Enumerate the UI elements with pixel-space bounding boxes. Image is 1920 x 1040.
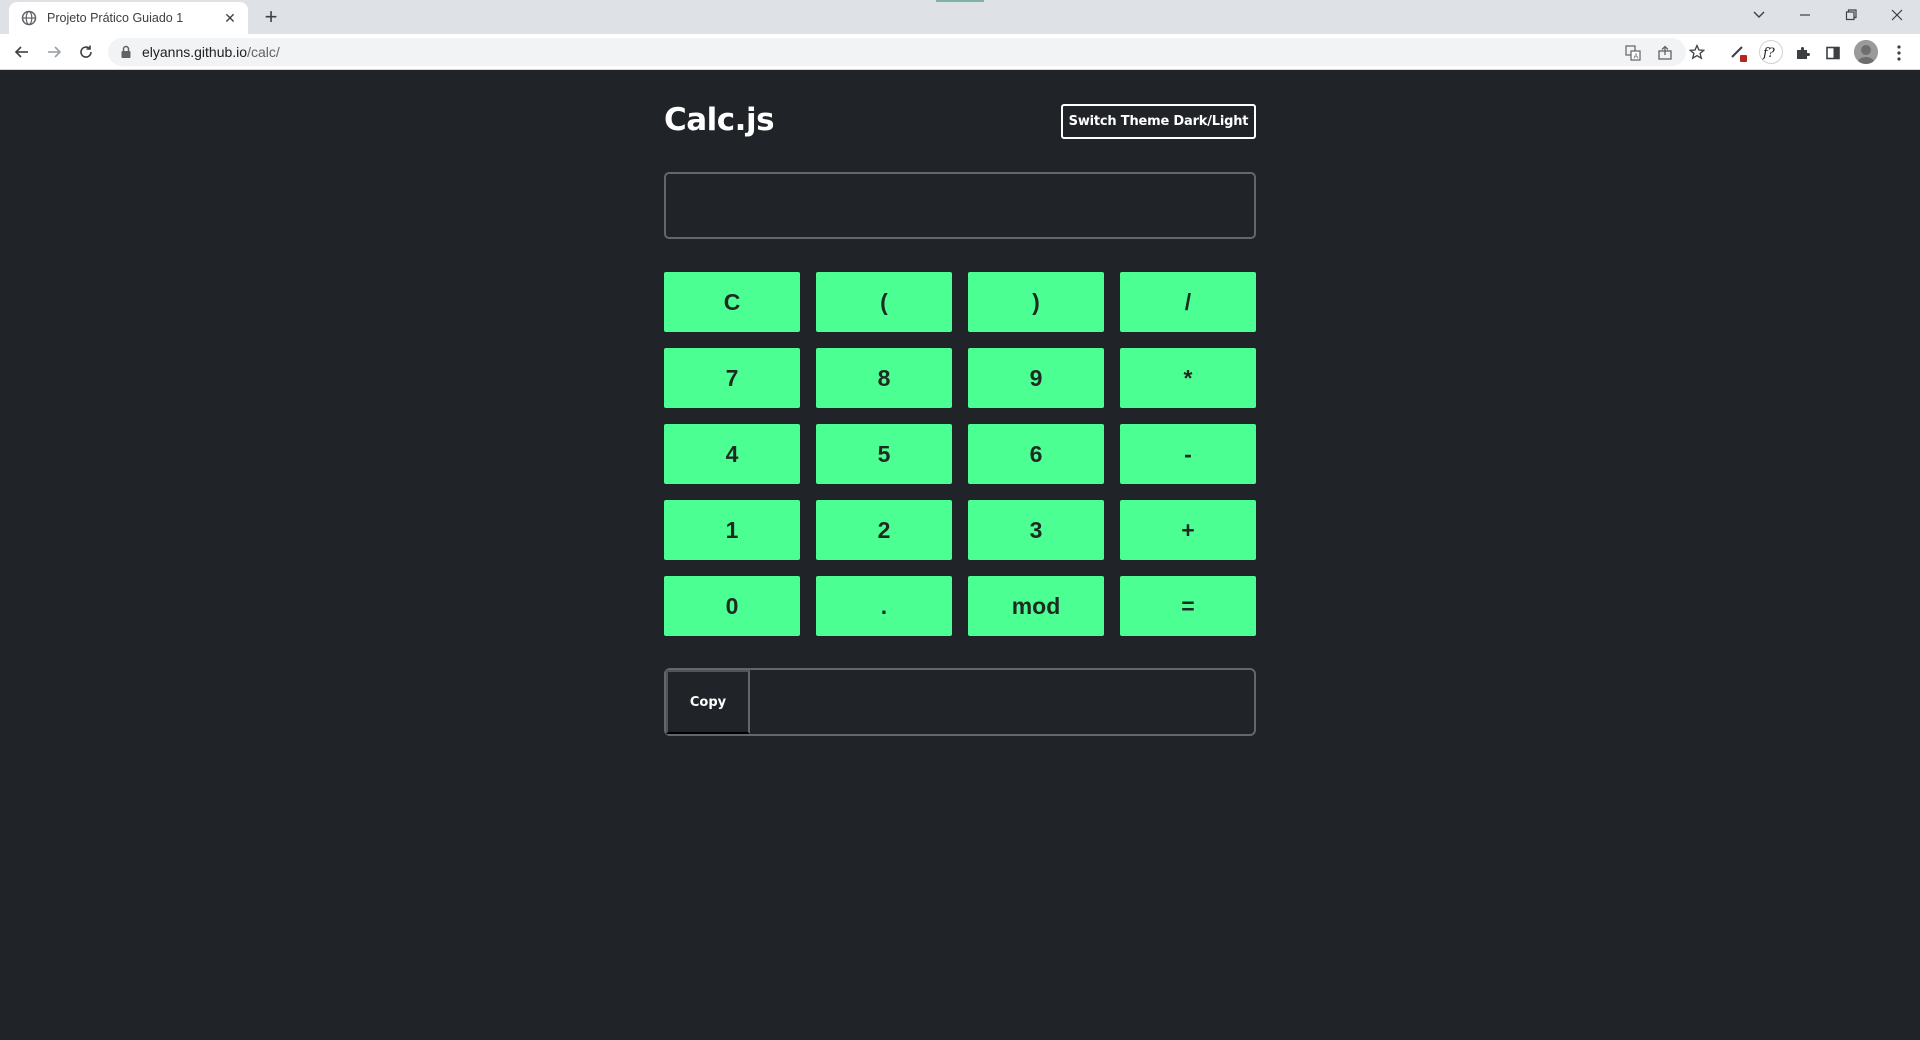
- equals-key[interactable]: =: [1120, 576, 1256, 636]
- digit-6-key[interactable]: 6: [968, 424, 1104, 484]
- new-tab-button[interactable]: +: [258, 4, 284, 30]
- tab-title: Projeto Prático Guiado 1: [47, 11, 184, 25]
- address-bar[interactable]: elyanns.github.io/calc/ A: [108, 38, 1686, 66]
- svg-text:f?: f?: [1762, 46, 1776, 60]
- browser-toolbar: elyanns.github.io/calc/ A f?: [0, 34, 1920, 70]
- digit-1-key[interactable]: 1: [664, 500, 800, 560]
- decimal-key[interactable]: .: [816, 576, 952, 636]
- extension-pen-icon[interactable]: [1728, 42, 1750, 64]
- sidebar-icon[interactable]: [1822, 42, 1844, 64]
- digit-5-key[interactable]: 5: [816, 424, 952, 484]
- divide-key[interactable]: /: [1120, 272, 1256, 332]
- globe-icon: [21, 10, 37, 26]
- url-path: /calc/: [247, 44, 280, 60]
- browser-tab-strip: Projeto Prático Guiado 1 ✕ +: [0, 0, 1920, 34]
- digit-2-key[interactable]: 2: [816, 500, 952, 560]
- puzzle-icon[interactable]: [1792, 42, 1814, 64]
- digit-7-key[interactable]: 7: [664, 348, 800, 408]
- digit-8-key[interactable]: 8: [816, 348, 952, 408]
- tab-search-icon[interactable]: [1736, 0, 1782, 30]
- copy-result-group: Copy: [664, 668, 1256, 736]
- forward-arrow-icon[interactable]: [40, 38, 68, 66]
- app-title: Calc.js: [664, 102, 775, 138]
- profile-avatar[interactable]: [1854, 40, 1878, 64]
- formula-extension-icon[interactable]: f?: [1759, 40, 1783, 64]
- mod-key[interactable]: mod: [968, 576, 1104, 636]
- url-text[interactable]: elyanns.github.io/calc/: [142, 44, 280, 60]
- clear-key[interactable]: C: [664, 272, 800, 332]
- minimize-icon[interactable]: [1782, 0, 1828, 30]
- lock-icon[interactable]: [120, 45, 132, 59]
- page-viewport: Calc.js Switch Theme Dark/Light C () / 7 8 9 *…: [0, 71, 1920, 1040]
- close-paren-key[interactable]: ): [968, 272, 1104, 332]
- restore-icon[interactable]: [1828, 0, 1874, 30]
- svg-text:A: A: [1634, 53, 1639, 61]
- keypad: C () / 7 8 9 * 4 5 6- 1 2 3 +0. mod =: [664, 272, 1256, 636]
- menu-kebab-icon[interactable]: [1888, 42, 1910, 64]
- result-output-field[interactable]: [750, 670, 1254, 734]
- subtract-key[interactable]: -: [1120, 424, 1256, 484]
- switch-theme-button[interactable]: Switch Theme Dark/Light: [1061, 104, 1256, 139]
- calculator-display[interactable]: [664, 172, 1256, 239]
- digit-4-key[interactable]: 4: [664, 424, 800, 484]
- browser-tab[interactable]: Projeto Prático Guiado 1 ✕: [9, 2, 248, 34]
- translate-icon[interactable]: A: [1624, 44, 1642, 62]
- share-icon[interactable]: [1656, 44, 1674, 62]
- open-paren-key[interactable]: (: [816, 272, 952, 332]
- back-arrow-icon[interactable]: [8, 38, 36, 66]
- digit-0-key[interactable]: 0: [664, 576, 800, 636]
- star-icon[interactable]: [1686, 41, 1708, 63]
- tab-close-icon[interactable]: ✕: [222, 10, 238, 27]
- copy-button[interactable]: Copy: [666, 670, 750, 734]
- tab-strip-accent: [936, 0, 984, 2]
- reload-icon[interactable]: [72, 38, 100, 66]
- digit-9-key[interactable]: 9: [968, 348, 1104, 408]
- digit-3-key[interactable]: 3: [968, 500, 1104, 560]
- multiply-key[interactable]: *: [1120, 348, 1256, 408]
- add-key[interactable]: +: [1120, 500, 1256, 560]
- url-host: elyanns.github.io: [142, 44, 248, 60]
- close-window-icon[interactable]: [1874, 0, 1920, 30]
